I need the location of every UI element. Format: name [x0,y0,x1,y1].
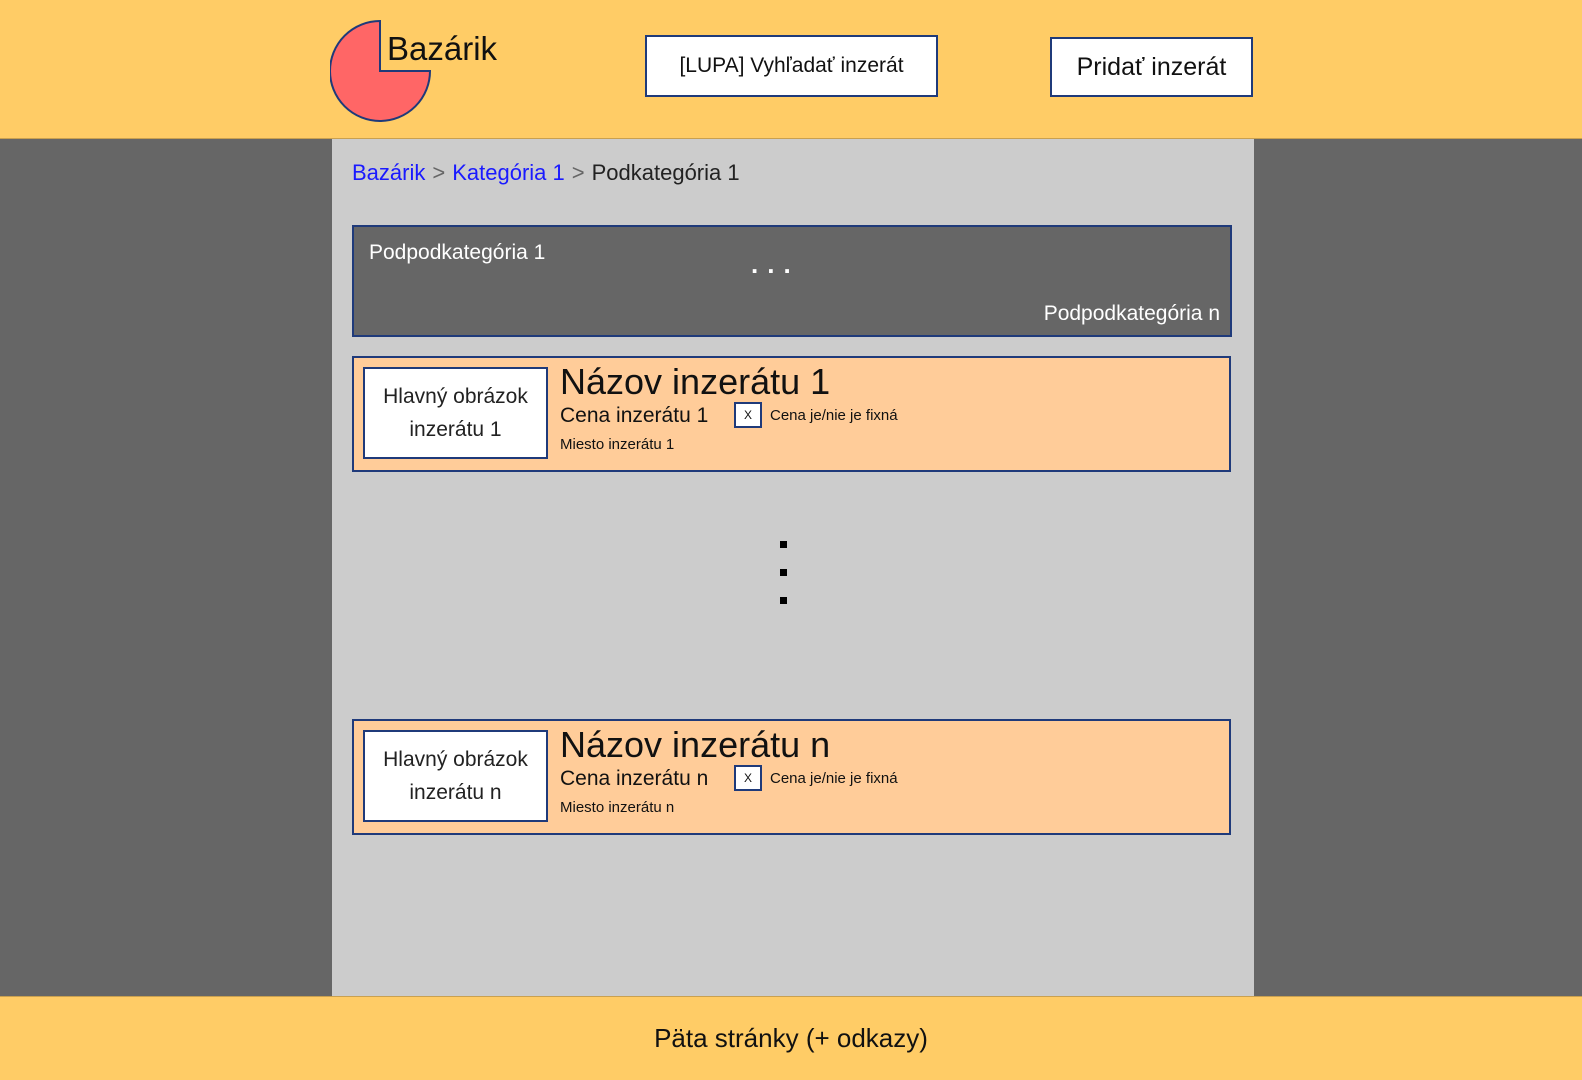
ellipsis-dot [780,541,787,548]
ellipsis-dot [780,569,787,576]
page-footer: Päta stránky (+ odkazy) [0,996,1582,1080]
page-header: Bazárik [LUPA] Vyhľadať inzerát Pridať i… [0,0,1582,139]
listing-image[interactable]: Hlavný obrázok inzerátu 1 [363,367,548,459]
breadcrumb: Bazárik > Kategória 1 > Podkategória 1 [352,160,740,186]
search-button[interactable]: [LUPA] Vyhľadať inzerát [645,35,938,97]
listing-place: Miesto inzerátu 1 [560,436,675,453]
breadcrumb-current: Podkategória 1 [591,160,740,185]
price-fixed-label: Cena je/nie je fixná [770,770,898,787]
listing-price: Cena inzerátu n [560,767,709,790]
subcategory-last[interactable]: Podpodkategória n [1044,302,1220,326]
more-listings-ellipsis [780,541,792,625]
logo-text[interactable]: Bazárik [387,30,497,68]
subcategory-ellipsis: ... [751,249,800,279]
subcategory-bar: Podpodkategória 1 ... Podpodkategória n [352,225,1232,337]
listing-card[interactable]: Hlavný obrázok inzerátu 1 Názov inzerátu… [352,356,1231,472]
price-fixed-indicator: X [734,402,762,428]
listing-card[interactable]: Hlavný obrázok inzerátu n Názov inzerátu… [352,719,1231,835]
listing-image[interactable]: Hlavný obrázok inzerátu n [363,730,548,822]
ellipsis-dot [780,597,787,604]
footer-text: Päta stránky (+ odkazy) [654,1023,928,1053]
listing-title[interactable]: Názov inzerátu n [560,724,830,766]
breadcrumb-category[interactable]: Kategória 1 [452,160,565,185]
main-content: Bazárik > Kategória 1 > Podkategória 1 Podpo… [332,139,1254,996]
listing-place: Miesto inzerátu n [560,799,675,816]
breadcrumb-home[interactable]: Bazárik [352,160,425,185]
subcategory-first[interactable]: Podpodkategória 1 [369,241,545,265]
breadcrumb-separator: > [571,160,585,185]
listing-title[interactable]: Názov inzerátu 1 [560,361,830,403]
price-fixed-label: Cena je/nie je fixná [770,407,898,424]
listing-price: Cena inzerátu 1 [560,404,709,427]
price-fixed-indicator: X [734,765,762,791]
add-listing-button[interactable]: Pridať inzerát [1050,37,1253,97]
breadcrumb-separator: > [432,160,446,185]
